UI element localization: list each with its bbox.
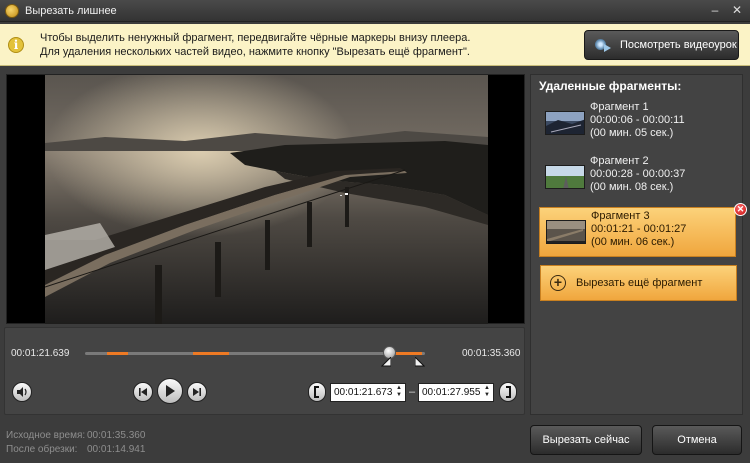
fragment-name: Фрагмент 2	[590, 155, 649, 167]
fragment-duration: (00 мин. 05 сек.)	[590, 127, 674, 139]
current-time: 00:01:21.639	[11, 348, 70, 359]
fragment-thumbnail	[546, 220, 586, 244]
total-time: 00:01:35.360	[462, 348, 521, 359]
original-time-value: 00:01:35.360	[87, 430, 146, 441]
window-title: Вырезать лишнее	[25, 4, 117, 17]
play-button[interactable]	[157, 378, 183, 404]
delete-fragment-icon[interactable]: ✕	[734, 203, 747, 216]
fragment-range: 00:01:21 - 00:01:27	[591, 223, 687, 235]
plus-circle-icon: +	[550, 275, 566, 291]
fragment-thumbnail	[545, 165, 585, 189]
watch-tutorial-label: Посмотреть видеоурок	[620, 39, 737, 51]
watch-tutorial-button[interactable]: Посмотреть видеоурок	[584, 30, 739, 60]
fragment-thumbnail	[545, 111, 585, 135]
spinner-arrows-icon[interactable]: ▲ ▼	[484, 385, 490, 399]
fragment-name: Фрагмент 1	[590, 101, 649, 113]
fragment-item-3[interactable]: Фрагмент 3 00:01:21 - 00:01:27 (00 мин. …	[539, 203, 747, 257]
removed-fragments-panel: Удаленные фрагменты: Фрагмент 1 00:00:06…	[530, 74, 747, 415]
fragment-duration: (00 мин. 06 сек.)	[591, 236, 675, 248]
start-time-value: 00:01:21.673	[334, 387, 393, 398]
cut-now-button[interactable]: Вырезать сейчас	[530, 425, 642, 455]
cancel-label: Отмена	[677, 434, 717, 446]
close-icon[interactable]: ✕	[728, 2, 746, 18]
end-marker-handle[interactable]	[415, 357, 425, 367]
start-bracket-icon	[314, 386, 319, 398]
cancel-button[interactable]: Отмена	[652, 425, 742, 455]
fragment-range: 00:00:28 - 00:00:37	[590, 168, 686, 180]
original-time-label: Исходное время:	[6, 430, 86, 441]
prev-frame-button[interactable]	[133, 382, 153, 402]
start-time-input[interactable]: 00:01:21.673 ▲ ▼	[330, 383, 406, 402]
end-bracket-icon	[506, 386, 511, 398]
fragment-item-1[interactable]: Фрагмент 1 00:00:06 - 00:00:11 (00 мин. …	[539, 99, 736, 149]
step-back-icon	[139, 388, 147, 396]
app-icon	[5, 3, 19, 18]
removed-fragments-title: Удаленные фрагменты:	[539, 79, 682, 93]
after-trim-value: 00:01:14.941	[87, 444, 146, 455]
volume-button[interactable]	[12, 382, 32, 402]
step-forward-icon	[193, 388, 201, 396]
end-time-value: 00:01:27.955	[422, 387, 481, 398]
fragment-duration: (00 мин. 08 сек.)	[590, 181, 674, 193]
fragment-range: 00:00:06 - 00:00:11	[590, 114, 685, 126]
next-frame-button[interactable]	[187, 382, 207, 402]
play-icon	[166, 385, 175, 397]
info-line-2: Для удаления нескольких частей видео, на…	[40, 46, 470, 58]
cut-segment-3	[396, 352, 422, 355]
fragment-item-2[interactable]: Фрагмент 2 00:00:28 - 00:00:37 (00 мин. …	[539, 153, 736, 203]
cut-another-fragment-label: Вырезать ещё фрагмент	[576, 277, 703, 289]
video-frame	[45, 75, 488, 324]
start-marker-handle[interactable]	[381, 357, 391, 367]
range-separator: –	[409, 386, 416, 398]
video-player[interactable]	[6, 74, 525, 324]
cut-segment-2	[193, 352, 229, 355]
spinner-arrows-icon[interactable]: ▲ ▼	[396, 385, 402, 399]
minimize-icon[interactable]: –	[706, 2, 724, 18]
title-bar: Вырезать лишнее – ✕	[0, 0, 750, 22]
speaker-icon	[17, 387, 27, 397]
fragment-name: Фрагмент 3	[591, 210, 650, 222]
after-trim-label: После обрезки:	[6, 444, 78, 455]
set-start-button[interactable]	[308, 382, 326, 402]
info-line-1: Чтобы выделить ненужный фрагмент, передв…	[40, 32, 471, 44]
end-time-input[interactable]: 00:01:27.955 ▲ ▼	[418, 383, 494, 402]
cut-segment-1	[107, 352, 128, 355]
cut-another-fragment-button[interactable]: + Вырезать ещё фрагмент	[540, 265, 737, 301]
set-end-button[interactable]	[499, 382, 517, 402]
video-camera-icon	[594, 36, 612, 54]
info-icon: i	[8, 37, 24, 53]
info-bar: i Чтобы выделить ненужный фрагмент, пере…	[0, 24, 750, 66]
cut-now-label: Вырезать сейчас	[542, 434, 630, 446]
timeline-track[interactable]	[85, 352, 425, 355]
